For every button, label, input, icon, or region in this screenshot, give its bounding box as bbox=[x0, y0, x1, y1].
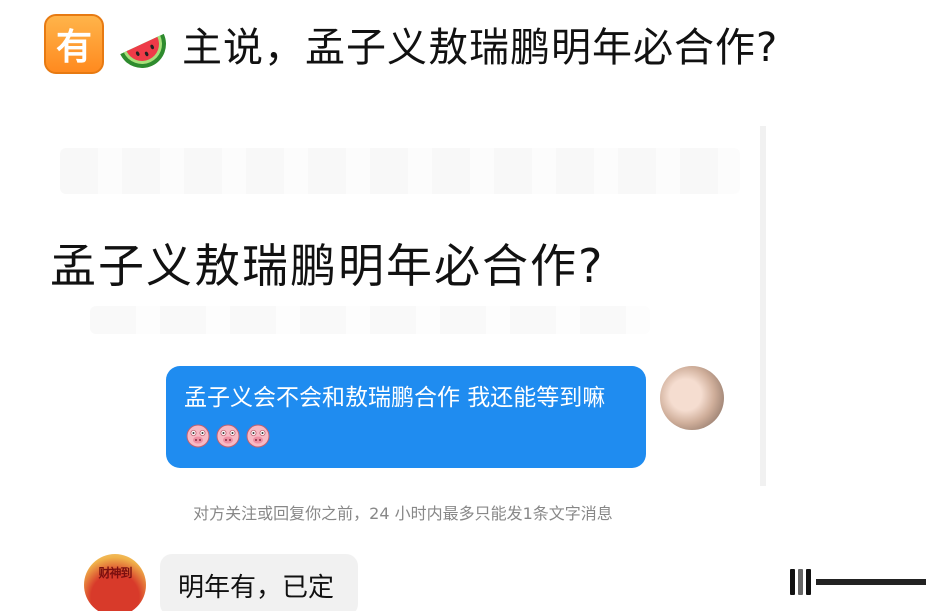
watermark-line bbox=[816, 579, 926, 585]
pig-face-icon bbox=[246, 424, 270, 447]
post-title: 主说，孟子义敖瑞鹏明年必合作? bbox=[182, 25, 779, 71]
screenshot-headline: 孟子义敖瑞鹏明年必合作? bbox=[50, 239, 605, 293]
sender-avatar[interactable] bbox=[660, 366, 724, 430]
reply-avatar[interactable]: 财神到 bbox=[84, 554, 146, 611]
sent-message-text: 孟子义会不会和敖瑞鹏合作 我还能等到嘛 bbox=[184, 385, 606, 411]
messaging-limit-notice: 对方关注或回复你之前，24 小时内最多只能发1条文字消息 bbox=[193, 504, 613, 523]
faded-background-text bbox=[90, 306, 650, 334]
pig-face-icon bbox=[186, 424, 210, 447]
emoji-row bbox=[184, 421, 272, 449]
faded-background-text bbox=[60, 148, 740, 194]
pig-face-icon bbox=[216, 424, 240, 447]
watermark-bar bbox=[806, 569, 811, 595]
sent-message-bubble[interactable]: 孟子义会不会和敖瑞鹏合作 我还能等到嘛 bbox=[166, 366, 646, 468]
reply-message-text: 明年有，已定 bbox=[178, 572, 335, 603]
watermark-bar bbox=[790, 569, 795, 595]
watermelon-icon bbox=[120, 33, 166, 68]
post-header: 有 主说，孟子义敖瑞鹏明年必合作? bbox=[44, 14, 778, 74]
you-badge: 有 bbox=[44, 14, 104, 74]
watermark-logo bbox=[790, 569, 926, 595]
embedded-chat-screenshot: 孟子义敖瑞鹏明年必合作? 孟子义会不会和敖瑞鹏合作 我还能等到嘛 对方关注或回复… bbox=[0, 96, 949, 611]
watermark-bar bbox=[798, 569, 803, 595]
faded-divider bbox=[760, 126, 766, 486]
reply-message-bubble[interactable]: 明年有，已定 bbox=[160, 554, 358, 611]
avatar-caption: 财神到 bbox=[98, 566, 132, 580]
